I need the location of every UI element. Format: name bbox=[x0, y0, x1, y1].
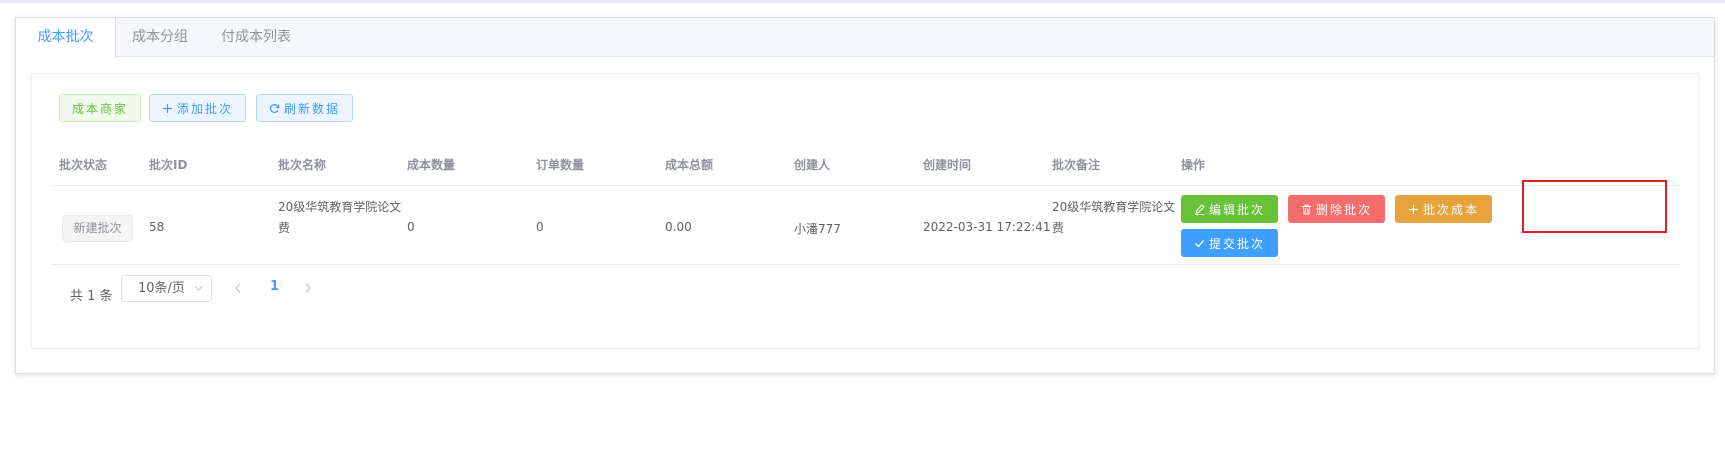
top-divider bbox=[0, 0, 1725, 3]
batch-cost-label: 批次成本 bbox=[1422, 202, 1479, 217]
batch-cost-button[interactable]: 批次成本 bbox=[1395, 195, 1492, 223]
delete-icon bbox=[1301, 204, 1312, 215]
cost-total-cell: 0.00 bbox=[665, 220, 692, 234]
batch-name-line2: 费 bbox=[278, 221, 291, 235]
submit-batch-button[interactable]: 提交批次 bbox=[1181, 229, 1278, 257]
page-number-current[interactable]: 1 bbox=[270, 279, 279, 294]
header-created-at: 创建时间 bbox=[923, 158, 972, 172]
edit-batch-label: 编辑批次 bbox=[1208, 202, 1265, 217]
edit-icon bbox=[1194, 203, 1205, 215]
created-at-cell: 2022-03-31 17:22:41 bbox=[923, 220, 1051, 234]
batch-id-cell: 58 bbox=[149, 220, 165, 234]
row-divider bbox=[52, 264, 1680, 265]
cost-count-cell: 0 bbox=[407, 220, 415, 234]
add-batch-button[interactable]: 添加批次 bbox=[149, 94, 246, 122]
refresh-icon bbox=[269, 103, 280, 114]
chevron-right-icon[interactable] bbox=[303, 277, 313, 299]
pagination-total: 共 1 条 bbox=[70, 289, 113, 304]
header-order-count: 订单数量 bbox=[536, 158, 585, 172]
chevron-down-icon bbox=[194, 276, 203, 301]
chevron-left-icon[interactable] bbox=[233, 277, 243, 299]
batch-remark-line2: 费 bbox=[1052, 221, 1065, 235]
tabs-header: 成本批次 成本分组 付成本列表 bbox=[16, 18, 1714, 58]
header-divider bbox=[52, 185, 1680, 186]
refresh-data-label: 刷新数据 bbox=[283, 101, 340, 116]
header-creator: 创建人 bbox=[794, 158, 831, 172]
header-actions: 操作 bbox=[1181, 158, 1206, 172]
header-cost-count: 成本数量 bbox=[407, 158, 456, 172]
edit-batch-button[interactable]: 编辑批次 bbox=[1181, 195, 1278, 223]
tab-pay-cost-list[interactable]: 付成本列表 bbox=[204, 18, 308, 58]
plus-icon bbox=[162, 103, 173, 114]
cost-merchant-button[interactable]: 成本商家 bbox=[59, 94, 141, 122]
order-count-cell: 0 bbox=[536, 220, 544, 234]
batch-remark-line1: 20级华筑教育学院论文 bbox=[1052, 200, 1176, 214]
batch-name-line1: 20级华筑教育学院论文 bbox=[278, 200, 402, 214]
page-size-select[interactable]: 10条/页 bbox=[121, 275, 212, 302]
header-cost-total: 成本总额 bbox=[665, 158, 714, 172]
tab-cost-group[interactable]: 成本分组 bbox=[116, 18, 204, 58]
header-batch-status: 批次状态 bbox=[59, 158, 108, 172]
add-batch-label: 添加批次 bbox=[176, 101, 233, 116]
delete-batch-label: 删除批次 bbox=[1315, 202, 1372, 217]
delete-batch-button[interactable]: 删除批次 bbox=[1288, 195, 1385, 223]
header-batch-remark: 批次备注 bbox=[1052, 158, 1101, 172]
status-badge: 新建批次 bbox=[62, 215, 133, 242]
check-icon bbox=[1194, 238, 1205, 249]
highlight-box bbox=[1522, 180, 1667, 233]
submit-batch-label: 提交批次 bbox=[1208, 236, 1265, 251]
batch-panel: 成本商家 添加批次 刷新数据 批次状态 批次ID 批次名称 成本数量 订单数量 … bbox=[31, 73, 1699, 349]
cost-merchant-label: 成本商家 bbox=[71, 101, 128, 116]
page-size-value: 10条/页 bbox=[138, 281, 185, 296]
header-batch-name: 批次名称 bbox=[278, 158, 327, 172]
plus-icon bbox=[1408, 204, 1419, 215]
creator-cell: 小潘777 bbox=[794, 222, 841, 236]
refresh-data-button[interactable]: 刷新数据 bbox=[256, 94, 353, 122]
tab-cost-batch[interactable]: 成本批次 bbox=[16, 18, 116, 58]
tabs-card: 成本批次 成本分组 付成本列表 成本商家 添加批次 刷新数据 批次状态 批次ID… bbox=[15, 17, 1715, 374]
header-batch-id: 批次ID bbox=[149, 158, 188, 172]
